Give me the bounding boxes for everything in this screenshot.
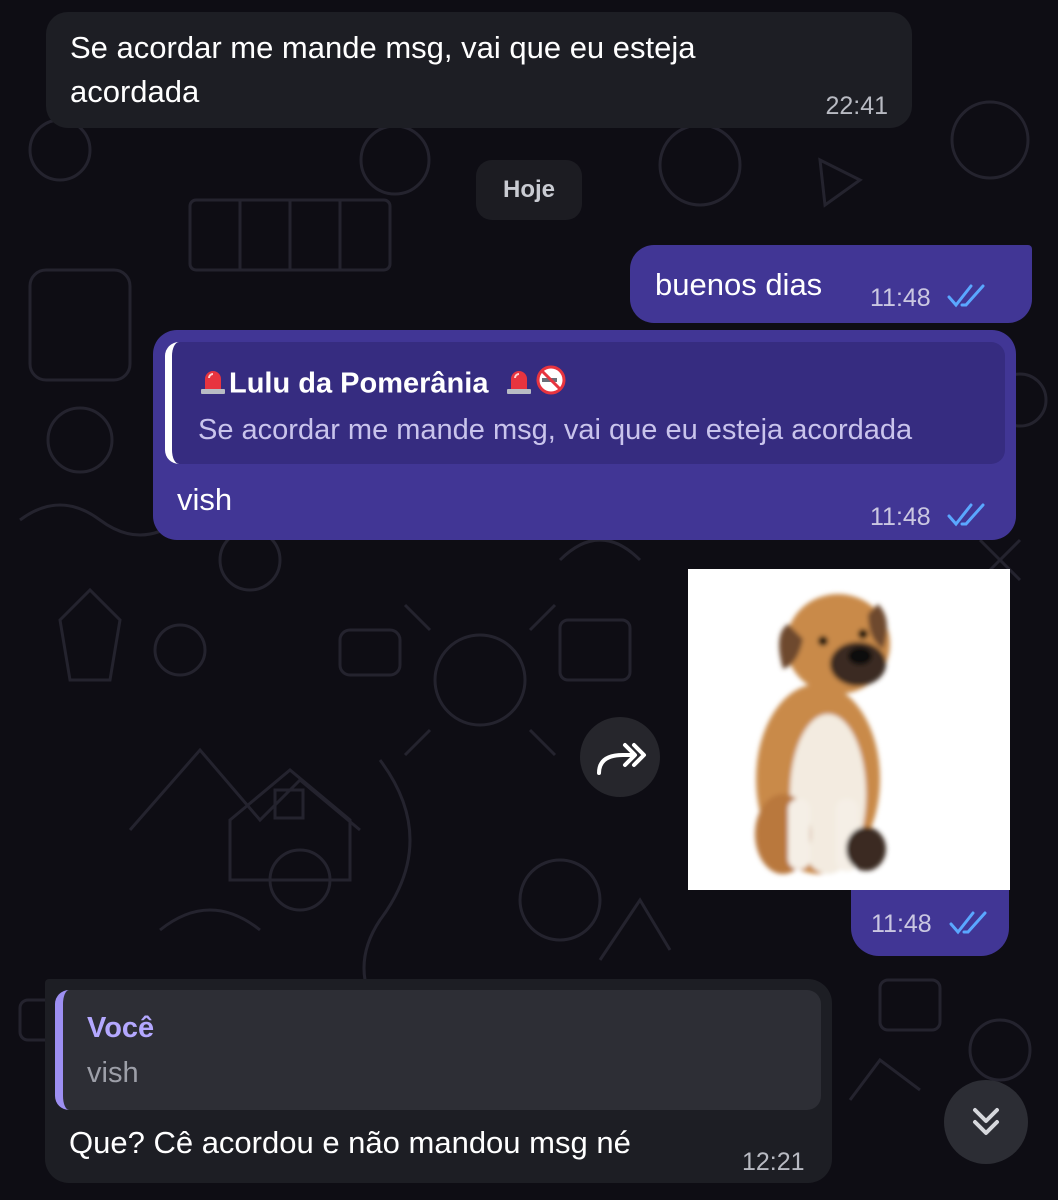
dog-illustration bbox=[755, 594, 890, 874]
message-time: 11:48 bbox=[871, 910, 932, 938]
quoted-text: vish bbox=[87, 1057, 139, 1089]
quoted-author: Você bbox=[87, 1012, 155, 1044]
message-text: buenos dias bbox=[655, 267, 823, 302]
message-time: 22:41 bbox=[825, 92, 888, 120]
incoming-message-bubble[interactable]: Se acordar me mande msg, vai que eu este… bbox=[46, 12, 912, 128]
quoted-author-name: Lulu da Pomerânia bbox=[229, 367, 489, 400]
double-check-icon bbox=[949, 911, 987, 935]
quoted-text: Se acordar me mande msg, vai que eu este… bbox=[198, 414, 913, 446]
message-time: 12:21 bbox=[742, 1148, 805, 1176]
siren-emoji-icon bbox=[197, 364, 229, 404]
double-check-icon bbox=[947, 503, 985, 527]
outgoing-message-bubble[interactable]: buenos dias 11:48 bbox=[630, 245, 1032, 323]
quoted-message[interactable]: Lulu da Pomerânia Se acordar me mande ms… bbox=[165, 342, 1005, 464]
quoted-message[interactable]: Você vish bbox=[55, 990, 821, 1110]
date-separator: Hoje bbox=[476, 160, 582, 220]
quoted-author: Lulu da Pomerânia bbox=[197, 364, 567, 404]
double-check-icon bbox=[947, 284, 985, 308]
message-time: 11:48 bbox=[870, 284, 931, 312]
incoming-reply-bubble[interactable]: Você vish Que? Cê acordou e não mandou m… bbox=[45, 979, 832, 1183]
sticker-time-bubble: 11:48 bbox=[851, 890, 1009, 956]
outgoing-reply-bubble[interactable]: Lulu da Pomerânia Se acordar me mande ms… bbox=[153, 330, 1016, 540]
siren-emoji-icon bbox=[503, 364, 535, 404]
forward-button[interactable] bbox=[580, 717, 660, 797]
message-text: Se acordar me mande msg, vai que eu este… bbox=[70, 30, 696, 109]
message-text: Que? Cê acordou e não mandou msg né bbox=[69, 1125, 631, 1160]
message-time: 11:48 bbox=[870, 503, 931, 531]
message-text: vish bbox=[177, 482, 233, 517]
forward-icon bbox=[597, 743, 646, 775]
dog-sticker-image[interactable] bbox=[688, 569, 1010, 890]
double-chevron-down-icon bbox=[973, 1108, 999, 1135]
no-smoking-emoji-icon bbox=[535, 364, 567, 404]
scroll-to-bottom-button[interactable] bbox=[944, 1080, 1028, 1164]
